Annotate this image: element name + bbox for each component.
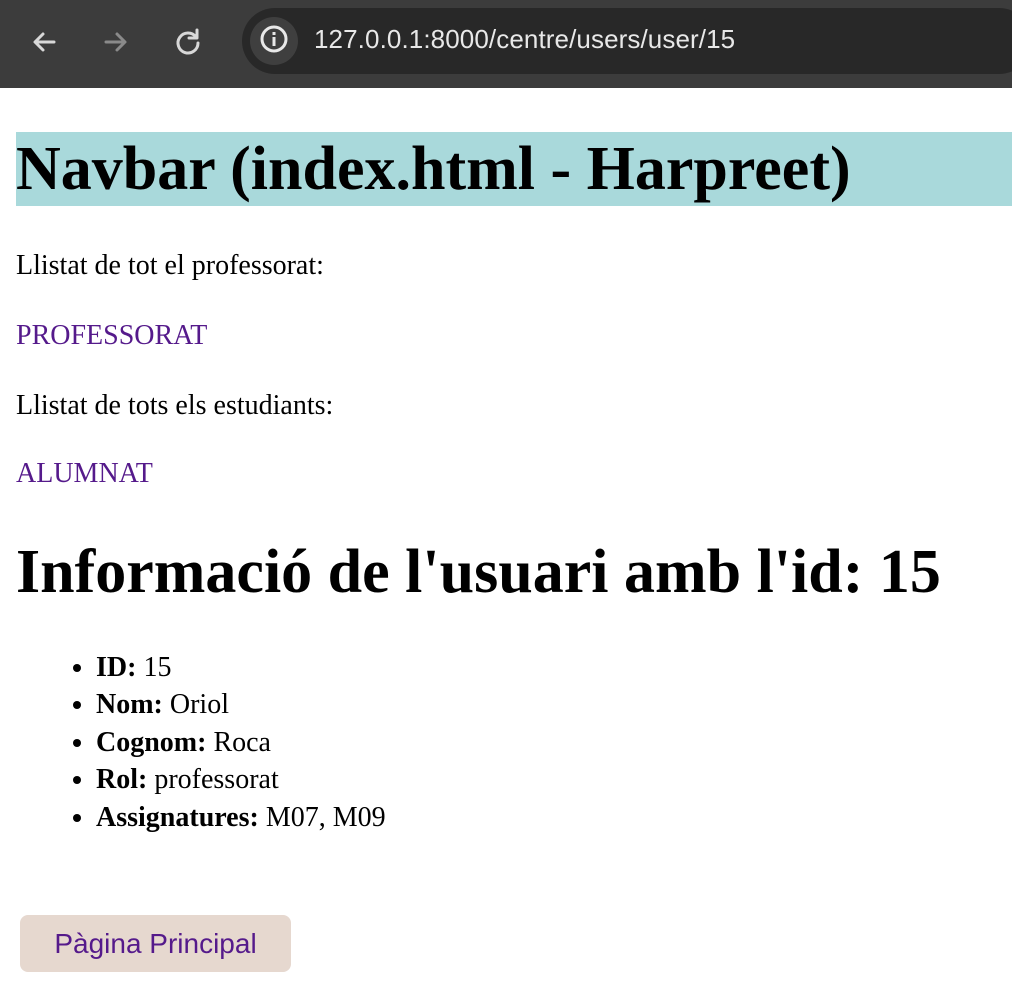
field-label: Cognom: <box>96 726 207 758</box>
teachers-paragraph: PROFESSORAT <box>16 319 207 353</box>
field-label: Assignatures: <box>96 801 259 833</box>
user-field-role: Rol: professorat <box>96 761 386 798</box>
arrow-left-icon <box>30 28 58 56</box>
back-button[interactable] <box>22 20 66 64</box>
arrow-right-icon <box>102 28 130 56</box>
user-field-surname: Cognom: Roca <box>96 724 386 761</box>
page-content: Navbar (index.html - Harpreet) Llistat d… <box>0 88 1012 1006</box>
students-link[interactable]: ALUMNAT <box>16 458 153 489</box>
reload-icon <box>173 27 203 57</box>
site-info-button[interactable] <box>250 17 298 65</box>
user-field-name: Nom: Oriol <box>96 686 386 723</box>
home-page-button[interactable]: Pàgina Principal <box>20 915 291 972</box>
navbar-heading: Navbar (index.html - Harpreet) <box>16 132 1012 206</box>
students-paragraph: ALUMNAT <box>16 457 153 491</box>
user-field-id: ID: 15 <box>96 649 386 686</box>
teachers-description: Llistat de tot el professorat: <box>16 250 324 281</box>
reload-button[interactable] <box>166 20 210 64</box>
user-info-heading: Informació de l'usuari amb l'id: 15 <box>16 538 941 606</box>
field-value: M07, M09 <box>265 801 386 833</box>
students-description: Llistat de tots els estudiants: <box>16 390 334 421</box>
forward-button[interactable] <box>94 20 138 64</box>
info-icon <box>259 24 289 59</box>
url-text[interactable]: 127.0.0.1:8000/centre/users/user/15 <box>314 24 735 55</box>
field-value: Roca <box>213 726 271 758</box>
field-label: Rol: <box>96 764 148 796</box>
field-value: professorat <box>154 764 279 796</box>
user-info-list: ID: 15 Nom: Oriol Cognom: Roca Rol: prof… <box>56 649 386 836</box>
user-field-subjects: Assignatures: M07, M09 <box>96 799 386 836</box>
field-label: ID: <box>96 652 137 683</box>
browser-toolbar: 127.0.0.1:8000/centre/users/user/15 <box>0 0 1012 88</box>
field-value: Oriol <box>169 689 229 721</box>
field-value: 15 <box>143 652 172 683</box>
field-label: Nom: <box>96 689 163 721</box>
teachers-link[interactable]: PROFESSORAT <box>16 320 207 351</box>
address-bar[interactable]: 127.0.0.1:8000/centre/users/user/15 <box>242 8 1012 74</box>
